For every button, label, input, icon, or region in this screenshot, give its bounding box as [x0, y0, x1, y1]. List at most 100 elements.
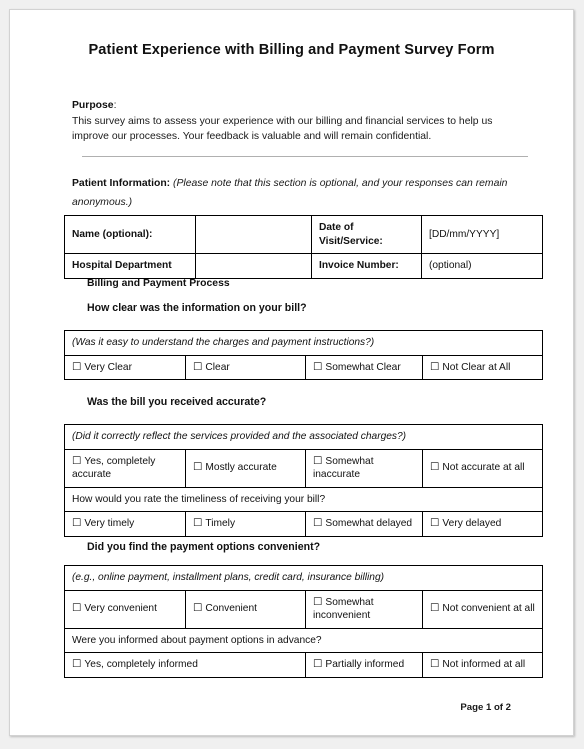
question-1-table: (Was it easy to understand the charges a… — [63, 330, 544, 380]
question-3-sub-question: Were you informed about payment options … — [63, 627, 544, 653]
purpose-text: This survey aims to assess your experien… — [72, 115, 493, 143]
page-footer: Page 1 of 2 — [460, 702, 511, 713]
question-1-prompt: (Was it easy to understand the charges a… — [63, 330, 544, 356]
question-2-sub-question: How would you rate the timeliness of rec… — [63, 486, 544, 512]
option-cell[interactable]: ☐ Not Clear at All — [421, 354, 544, 380]
question-2-prompt: (Did it correctly reflect the services p… — [63, 424, 544, 450]
option-label: Yes, completely accurate — [72, 455, 156, 481]
date-of-visit-label-cell: Date of Visit/Service: — [311, 215, 422, 254]
checkbox-icon[interactable]: ☐ — [313, 361, 322, 373]
option-label: Not Clear at All — [442, 361, 511, 373]
billing-section-heading: Billing and Payment Process — [87, 278, 230, 289]
checkbox-icon[interactable]: ☐ — [72, 658, 81, 670]
name-label-cell: Name (optional): — [64, 215, 196, 254]
checkbox-icon[interactable]: ☐ — [72, 517, 81, 529]
checkbox-icon[interactable]: ☐ — [313, 658, 322, 670]
purpose-heading: Purpose: — [72, 95, 520, 114]
table-row: ☐ Very Clear ☐ Clear ☐ Somewhat Clear ☐ Not … — [64, 354, 544, 380]
option-label: Somewhat inaccurate — [313, 455, 374, 481]
question-3-prompt: (e.g., online payment, installment plans… — [63, 565, 544, 591]
option-cell[interactable]: ☐ Yes, completely accurate — [64, 448, 186, 488]
checkbox-icon[interactable]: ☐ — [72, 602, 81, 614]
option-cell[interactable]: ☐ Not convenient at all — [421, 589, 544, 629]
checkbox-icon[interactable]: ☐ — [313, 596, 322, 608]
option-cell[interactable]: ☐ Convenient — [185, 589, 306, 629]
option-label: Clear — [205, 361, 230, 373]
table-row: Were you informed about payment options … — [63, 627, 544, 653]
option-label: Timely — [205, 518, 236, 529]
patient-information-heading: Patient Information: (Please note that t… — [72, 173, 520, 210]
option-cell[interactable]: ☐ Somewhat delayed — [305, 511, 423, 537]
name-value-cell[interactable] — [195, 215, 312, 254]
table-row: (Did it correctly reflect the services p… — [63, 424, 544, 450]
question-2-title: Was the bill you received accurate? — [87, 396, 267, 408]
checkbox-icon[interactable]: ☐ — [193, 461, 202, 473]
option-cell[interactable]: ☐ Very timely — [64, 511, 186, 537]
patient-information-table: Name (optional): Date of Visit/Service: … — [64, 215, 543, 279]
option-cell[interactable]: ☐ Clear — [185, 354, 306, 380]
table-row: ☐ Very timely ☐ Timely ☐ Somewhat delayed ☐… — [64, 511, 544, 537]
option-cell[interactable]: ☐ Very Clear — [64, 354, 186, 380]
patient-information-label: Patient Information: — [72, 178, 171, 189]
checkbox-icon[interactable]: ☐ — [72, 361, 81, 373]
purpose-block: Purpose: This survey aims to assess your… — [72, 95, 520, 145]
option-cell[interactable]: ☐ Not accurate at all — [421, 448, 544, 488]
invoice-number-label-cell: Invoice Number: — [311, 253, 422, 279]
purpose-label: Purpose — [72, 100, 114, 111]
table-row: How would you rate the timeliness of rec… — [63, 486, 544, 512]
checkbox-icon[interactable]: ☐ — [430, 517, 439, 529]
option-cell[interactable]: ☐ Yes, completely informed — [64, 652, 306, 678]
table-row: (e.g., online payment, installment plans… — [63, 565, 544, 591]
option-cell[interactable]: ☐ Somewhat Clear — [305, 354, 423, 380]
option-label: Partially informed — [325, 659, 405, 670]
option-cell[interactable]: ☐ Not informed at all — [421, 652, 544, 678]
option-label: Very Clear — [84, 361, 132, 373]
checkbox-icon[interactable]: ☐ — [193, 602, 202, 614]
question-2-table: (Did it correctly reflect the services p… — [63, 424, 544, 537]
table-row: ☐ Very convenient ☐ Convenient ☐ Somewhat i… — [64, 589, 544, 629]
question-3-table: (e.g., online payment, installment plans… — [63, 565, 544, 678]
table-row: ☐ Yes, completely accurate ☐ Mostly accura… — [64, 448, 544, 488]
option-cell[interactable]: ☐ Partially informed — [305, 652, 423, 678]
table-row: Hospital Department Invoice Number: (opt… — [64, 253, 543, 279]
option-label: Not accurate at all — [442, 462, 525, 474]
date-of-visit-value-cell[interactable]: [DD/mm/YYYY] — [421, 215, 543, 254]
hospital-department-label-cell: Hospital Department — [64, 253, 196, 279]
checkbox-icon[interactable]: ☐ — [430, 361, 439, 373]
checkbox-icon[interactable]: ☐ — [313, 517, 322, 529]
checkbox-icon[interactable]: ☐ — [313, 455, 322, 467]
option-label: Not informed at all — [442, 659, 526, 670]
option-label: Convenient — [205, 603, 257, 615]
option-label: Very delayed — [442, 518, 502, 529]
question-1-title: How clear was the information on your bi… — [87, 302, 307, 314]
checkbox-icon[interactable]: ☐ — [430, 602, 439, 614]
option-cell[interactable]: ☐ Somewhat inconvenient — [305, 589, 423, 629]
option-label: Not convenient at all — [442, 603, 535, 615]
option-label: Somewhat Clear — [325, 361, 401, 373]
option-label: Somewhat inconvenient — [313, 596, 374, 622]
invoice-number-value-cell[interactable]: (optional) — [421, 253, 543, 279]
document-page: Patient Experience with Billing and Paym… — [9, 9, 574, 736]
option-cell[interactable]: ☐ Very delayed — [421, 511, 544, 537]
option-label: Very convenient — [84, 603, 157, 615]
table-row: Name (optional): Date of Visit/Service: … — [64, 215, 543, 254]
checkbox-icon[interactable]: ☐ — [430, 461, 439, 473]
option-cell[interactable]: ☐ Somewhat inaccurate — [305, 448, 423, 488]
page-title: Patient Experience with Billing and Paym… — [88, 42, 495, 58]
option-cell[interactable]: ☐ Timely — [185, 511, 306, 537]
option-cell[interactable]: ☐ Very convenient — [64, 589, 186, 629]
section-divider — [82, 156, 528, 157]
option-label: Yes, completely informed — [84, 659, 198, 670]
hospital-department-value-cell[interactable] — [195, 253, 312, 279]
checkbox-icon[interactable]: ☐ — [72, 455, 81, 467]
table-row: ☐ Yes, completely informed ☐ Partially inf… — [64, 652, 544, 678]
option-label: Very timely — [84, 518, 135, 529]
checkbox-icon[interactable]: ☐ — [430, 658, 439, 670]
option-label: Somewhat delayed — [325, 518, 413, 529]
question-3-title: Did you find the payment options conveni… — [87, 541, 321, 553]
option-cell[interactable]: ☐ Mostly accurate — [185, 448, 306, 488]
table-row: (Was it easy to understand the charges a… — [63, 330, 544, 356]
checkbox-icon[interactable]: ☐ — [193, 361, 202, 373]
purpose-colon: : — [113, 100, 117, 111]
checkbox-icon[interactable]: ☐ — [193, 517, 202, 529]
